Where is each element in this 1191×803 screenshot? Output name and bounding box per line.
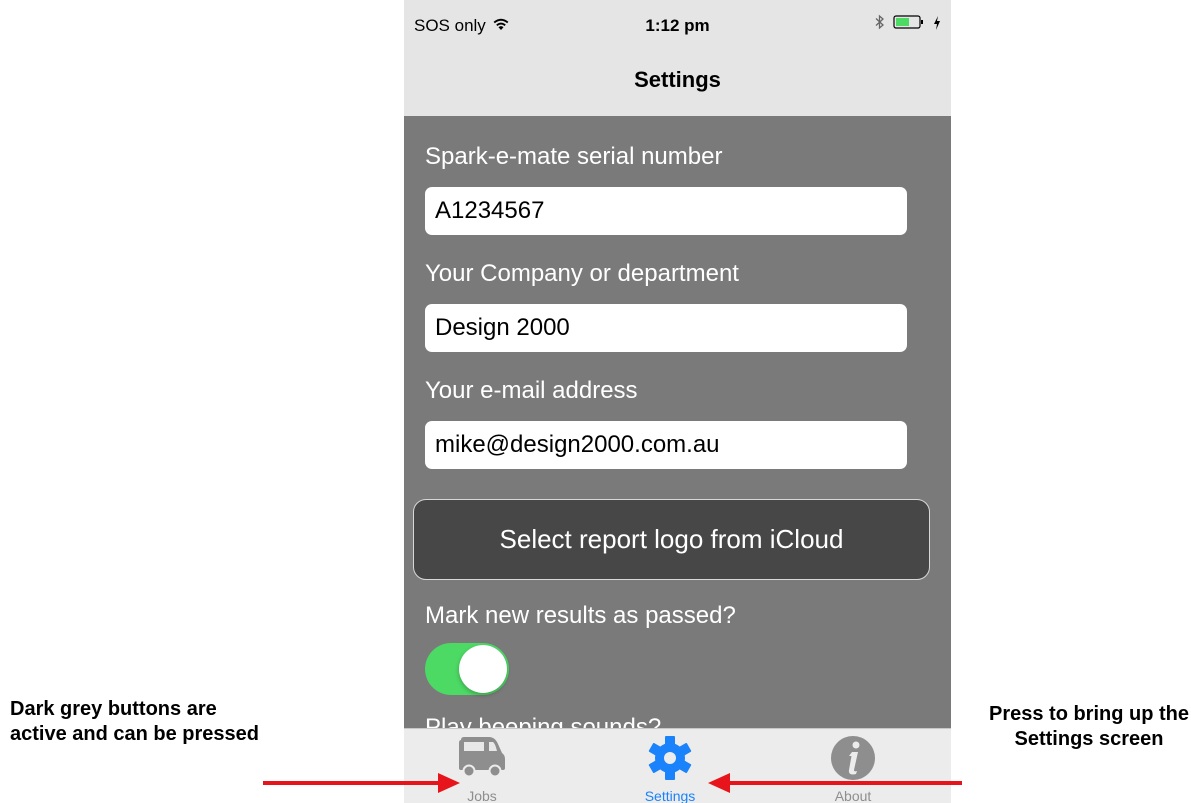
page: SOS only 1:12 pm Settings Spark-e-mate s… xyxy=(0,0,1191,803)
arrow-left xyxy=(263,773,460,793)
arrow-right xyxy=(708,773,962,793)
annotation-arrows xyxy=(263,773,962,793)
